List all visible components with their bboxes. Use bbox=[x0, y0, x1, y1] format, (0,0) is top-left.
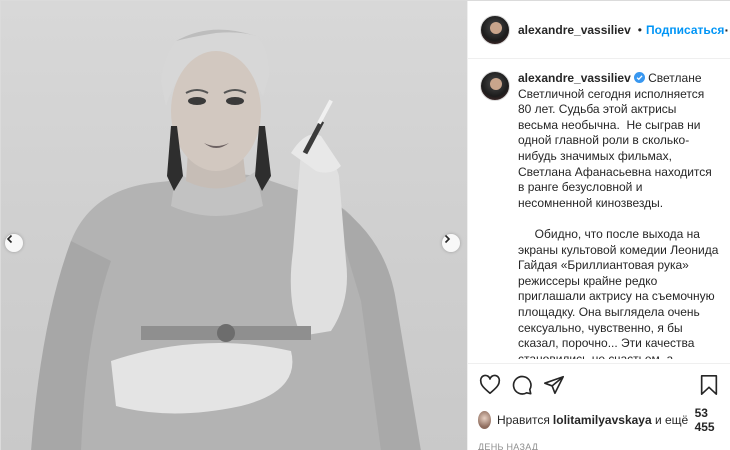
caption-body: alexandre_vassiliev Светлане Светличной … bbox=[518, 71, 719, 359]
separator-dot: • bbox=[637, 22, 642, 37]
action-icons-row bbox=[478, 372, 721, 398]
more-options-icon[interactable]: ··· bbox=[724, 22, 730, 38]
bookmark-icon bbox=[700, 375, 718, 395]
likes-summary: Нравится lolitamilyavskaya и ещё 53 455 bbox=[478, 406, 721, 434]
post-side-panel: alexandre_vassiliev • Подписаться ··· al… bbox=[467, 1, 730, 450]
post-photo[interactable] bbox=[1, 1, 467, 450]
comment-button[interactable] bbox=[510, 373, 534, 397]
liker-avatar[interactable] bbox=[478, 411, 491, 429]
follow-button[interactable]: Подписаться bbox=[646, 23, 724, 37]
share-icon bbox=[544, 375, 564, 395]
caption-comment: alexandre_vassiliev Светлане Светличной … bbox=[480, 71, 719, 359]
heart-icon bbox=[479, 374, 501, 395]
post-actions: Нравится lolitamilyavskaya и ещё 53 455 … bbox=[468, 363, 730, 450]
caption-author-avatar[interactable] bbox=[480, 71, 510, 101]
next-photo-button[interactable] bbox=[442, 234, 460, 252]
verified-badge-icon bbox=[633, 72, 645, 83]
share-button[interactable] bbox=[542, 373, 566, 397]
likes-middle: и ещё bbox=[651, 413, 692, 427]
photo-illustration bbox=[31, 23, 421, 450]
post-date[interactable]: ДЕНЬ НАЗАД bbox=[478, 442, 721, 450]
likes-prefix: Нравится bbox=[496, 413, 550, 427]
chevron-right-icon bbox=[444, 234, 451, 244]
comments-scroll-area[interactable]: alexandre_vassiliev Светлане Светличной … bbox=[468, 59, 730, 359]
liker-username[interactable]: lolitamilyavskaya bbox=[553, 413, 652, 427]
author-avatar[interactable] bbox=[480, 14, 510, 45]
author-username[interactable]: alexandre_vassiliev bbox=[518, 23, 631, 37]
previous-photo-button[interactable] bbox=[5, 234, 23, 252]
likes-count[interactable]: 53 455 bbox=[695, 406, 721, 434]
comment-icon bbox=[512, 375, 532, 395]
like-button[interactable] bbox=[478, 373, 502, 397]
save-button[interactable] bbox=[697, 373, 721, 397]
post-header: alexandre_vassiliev • Подписаться ··· bbox=[468, 1, 730, 59]
chevron-left-icon bbox=[6, 234, 13, 244]
instagram-post-dialog: alexandre_vassiliev • Подписаться ··· al… bbox=[0, 0, 730, 450]
caption-text: Светлане Светличной сегодня исполняется … bbox=[518, 71, 719, 359]
caption-username[interactable]: alexandre_vassiliev bbox=[518, 71, 631, 85]
